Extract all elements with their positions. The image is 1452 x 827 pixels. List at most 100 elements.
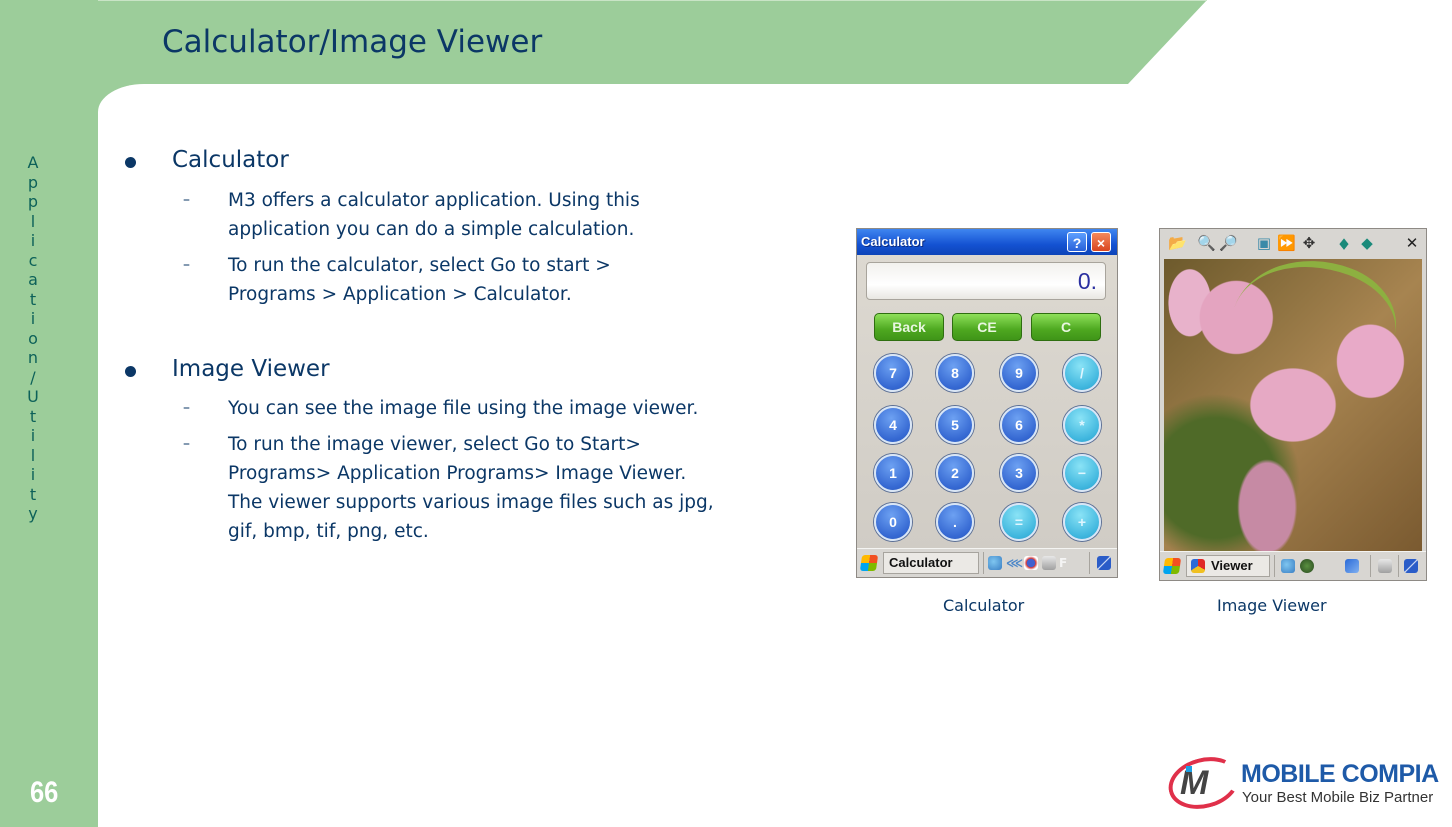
left-sidebar-band [0,0,98,827]
calculator-display: 0. [866,262,1106,300]
keyboard-icon [1042,556,1056,570]
fit-screen-icon: ▣ [1256,234,1272,252]
taskbar-separator [1274,555,1275,577]
list-item-line: To run the image viewer, select Go to St… [228,434,641,455]
mobile-compia-logo: M MOBILE COMPIA Your Best Mobile Biz Par… [1162,749,1452,817]
side-label-letter: n [27,348,39,367]
taskbar-separator [1398,555,1399,577]
calculator-operator-key: * [1063,406,1101,444]
side-label-letter: t [29,484,37,504]
zoom-out-icon: 🔎 [1219,234,1238,252]
side-label-letter: a [28,270,38,289]
calculator-operator-key: − [1063,454,1101,492]
taskbar-separator [983,552,984,574]
list-item-line: application you can do a simple calculat… [228,219,635,240]
calculator-number-key: 6 [1000,406,1038,444]
list-item-line: Programs > Application > Calculator. [228,284,572,305]
side-label-letter: y [28,504,38,523]
page-number: 66 [30,776,59,809]
windows-start-icon [859,555,879,571]
viewer-taskbar: Viewer [1160,551,1426,580]
device-icon [1345,559,1359,573]
calculator-screenshot: Calculator ? × 0. Calculator ⋘ F Back CE C… [856,228,1118,578]
side-label-letter: p [27,192,39,211]
logo-company-name: MOBILE COMPIA [1241,760,1439,788]
calculator-number-key: 3 [1000,454,1038,492]
windows-stack-icon [1097,556,1111,570]
calculator-operator-key: + [1063,503,1101,541]
list-item-line: M3 offers a calculator application. Usin… [228,190,640,211]
calculator-number-key: 4 [874,406,912,444]
calculator-number-key: 0 [874,503,912,541]
dash-icon: – [183,436,190,452]
calculator-operator-key: = [1000,503,1038,541]
dash-icon: – [183,192,190,208]
windows-stack-icon [1404,559,1418,573]
windows-start-icon [1162,558,1182,574]
calculator-back-button: Back [874,313,944,341]
section-heading-text: Calculator [172,147,289,173]
side-label-letter: c [28,250,38,270]
rotate-icon: ✥ [1302,234,1316,252]
side-label-letter: p [27,172,39,192]
calculator-number-key: 1 [874,454,912,492]
logo-tagline: Your Best Mobile Biz Partner [1242,789,1434,806]
calculator-operator-key: / [1063,354,1101,392]
list-item-line: The viewer supports various image files … [228,492,714,513]
taskbar-separator [1370,555,1371,577]
list-item-line: gif, bmp, tif, png, etc. [228,521,429,542]
side-label-letter: o [28,328,38,348]
side-label-letter: U [27,387,39,406]
slideshow-icon: ⏩ [1277,234,1296,252]
function-key-indicator: F [1059,556,1068,570]
calculator-ce-button: CE [952,313,1022,341]
calculator-window-title: Calculator [861,234,925,249]
flower-stem [1217,259,1411,410]
side-label-letter: i [30,465,36,484]
side-label-letter: / [30,367,36,387]
arrows-icon: ⋘ [1006,556,1024,570]
calculator-number-key: 8 [936,354,974,392]
caption-calculator: Calculator [943,596,1025,615]
list-item-line: To run the calculator, select Go to star… [228,255,611,276]
bullet-icon [125,157,136,168]
list-item-line: Programs> Application Programs> Image Vi… [228,463,687,484]
calculator-titlebar: Calculator ? × [857,229,1117,255]
viewer-app-icon [1191,559,1205,573]
zoom-in-icon: 🔍 [1197,234,1216,252]
dash-icon: – [183,257,190,273]
logo-dot-icon [1186,766,1192,772]
calculator-number-key: 7 [874,354,912,392]
next-icon: ◆ [1361,234,1373,252]
section-heading-text: Image Viewer [172,356,330,382]
open-folder-icon: 📂 [1168,234,1187,252]
side-section-label: Ap p l i c a t i o n / Ut i l i t y [22,153,44,524]
calculator-taskbar: Calculator ⋘ F [857,548,1117,577]
calculator-number-key: 5 [936,406,974,444]
help-icon: ? [1067,232,1087,252]
flower-photo [1164,259,1422,551]
connection-icon [988,556,1002,570]
side-label-letter: i [30,426,36,445]
keyboard-icon [1378,559,1392,573]
calculator-number-key: 2 [936,454,974,492]
connection-icon [1281,559,1295,573]
list-item-line: You can see the image file using the ima… [228,398,699,419]
side-label-letter: l [30,445,36,465]
side-label-letter: l [30,211,36,231]
side-label-letter: i [30,309,36,328]
calculator-number-key: 9 [1000,354,1038,392]
side-label-letter: i [30,231,36,250]
close-icon: ✕ [1405,234,1419,252]
close-icon: × [1091,232,1111,252]
sync-icon [1024,556,1038,570]
viewer-toolbar: 📂 🔍 🔎 ▣ ⏩ ✥ ◆ ◆ ✕ [1160,229,1426,257]
bullet-icon [125,366,136,377]
calculator-c-button: C [1031,313,1101,341]
logo-mark: M [1180,764,1208,802]
calculator-number-key: . [936,503,974,541]
page-title: Calculator/Image Viewer [162,24,543,60]
taskbar-separator [1089,552,1090,574]
banner-top-highlight [98,0,1207,1]
side-label-letter: t [29,289,37,309]
